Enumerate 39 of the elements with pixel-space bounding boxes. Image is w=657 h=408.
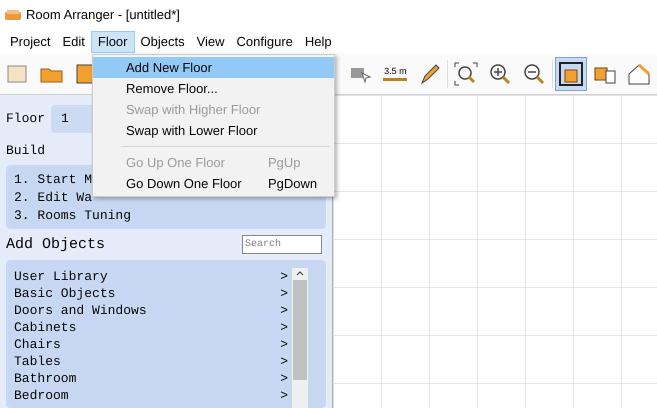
build-title: Build <box>6 142 46 160</box>
category-item[interactable]: Doors and Windows > <box>14 302 292 319</box>
chevron-icon: > <box>280 302 288 319</box>
menu-option[interactable]: Add New Floor <box>93 57 334 78</box>
menu-option[interactable]: Go Down One Floor PgDown <box>93 173 334 194</box>
scrollbar[interactable] <box>292 268 308 408</box>
menu-option[interactable]: Remove Floor... <box>93 78 334 99</box>
category-item[interactable]: Basic Objects > <box>14 285 292 302</box>
add-objects-title: Add Objects <box>6 234 106 254</box>
chevron-icon: > <box>280 268 288 285</box>
chevron-icon: > <box>280 336 288 353</box>
menu-item[interactable]: Configure <box>230 30 299 52</box>
category-item[interactable]: Bathroom > <box>14 370 292 387</box>
menu-item[interactable]: View <box>190 30 231 52</box>
menu-item[interactable]: Edit <box>56 30 91 52</box>
chevron-icon: > <box>280 285 288 302</box>
chevron-icon: > <box>280 387 288 404</box>
floor-label: Floor <box>6 110 46 128</box>
chevron-icon: > <box>280 353 288 370</box>
menu-option[interactable]: Swap with Lower Floor <box>93 120 334 141</box>
chevron-icon: > <box>280 319 288 336</box>
menu-item[interactable]: Help <box>298 30 338 52</box>
category-item[interactable]: Tables > <box>14 353 292 370</box>
category-item[interactable]: Bedroom > <box>14 387 292 404</box>
menu-item[interactable]: Floor <box>90 30 134 52</box>
build-step-link[interactable]: 3. Rooms Tuning <box>14 206 132 224</box>
menu-item[interactable]: Project <box>4 30 56 52</box>
category-item[interactable]: User Library > <box>14 268 292 285</box>
menu-item[interactable]: Objects <box>134 30 191 52</box>
build-step-link[interactable]: 2. Edit Wa <box>14 188 92 206</box>
app-logo-icon <box>4 9 22 21</box>
scroll-up-icon[interactable] <box>296 270 304 276</box>
build-step-link[interactable]: 1. Start M <box>14 170 92 188</box>
category-item[interactable]: Chairs > <box>14 336 292 353</box>
chevron-icon: > <box>280 370 288 387</box>
category-item[interactable]: Cabinets > <box>14 319 292 336</box>
search-field[interactable]: Search <box>242 235 322 254</box>
box-view-icon[interactable] <box>555 56 588 90</box>
window-title: Room Arranger - [untitled*] <box>26 6 180 24</box>
